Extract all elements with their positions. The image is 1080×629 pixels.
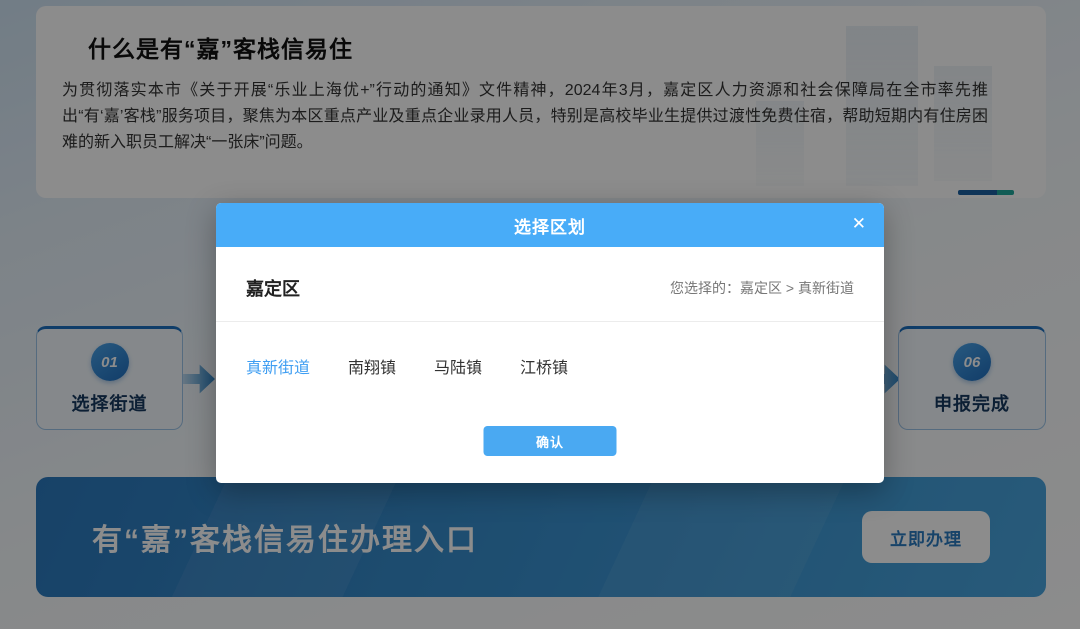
modal-body: 嘉定区 您选择的：嘉定区 > 真新街道 真新街道 南翔镇 马陆镇 江桥镇 确认 xyxy=(216,247,884,378)
modal-title: 选择区划 xyxy=(514,213,586,238)
street-option-jiangqiao[interactable]: 江桥镇 xyxy=(520,354,568,378)
selection-value: 嘉定区 > 真新街道 xyxy=(740,280,854,296)
district-select-modal: 选择区划 ✕ 嘉定区 您选择的：嘉定区 > 真新街道 真新街道 南翔镇 马陆镇 … xyxy=(216,203,884,483)
confirm-button[interactable]: 确认 xyxy=(484,426,617,456)
close-icon[interactable]: ✕ xyxy=(848,203,870,247)
district-name: 嘉定区 xyxy=(246,275,300,301)
selection-path: 您选择的：嘉定区 > 真新街道 xyxy=(670,278,854,298)
selection-label: 您选择的： xyxy=(670,280,740,296)
street-option-zhenxin[interactable]: 真新街道 xyxy=(246,354,310,378)
street-options: 真新街道 南翔镇 马陆镇 江桥镇 xyxy=(216,322,884,378)
modal-header: 选择区划 ✕ xyxy=(216,203,884,247)
street-option-malu[interactable]: 马陆镇 xyxy=(434,354,482,378)
street-option-nanxiang[interactable]: 南翔镇 xyxy=(348,354,396,378)
